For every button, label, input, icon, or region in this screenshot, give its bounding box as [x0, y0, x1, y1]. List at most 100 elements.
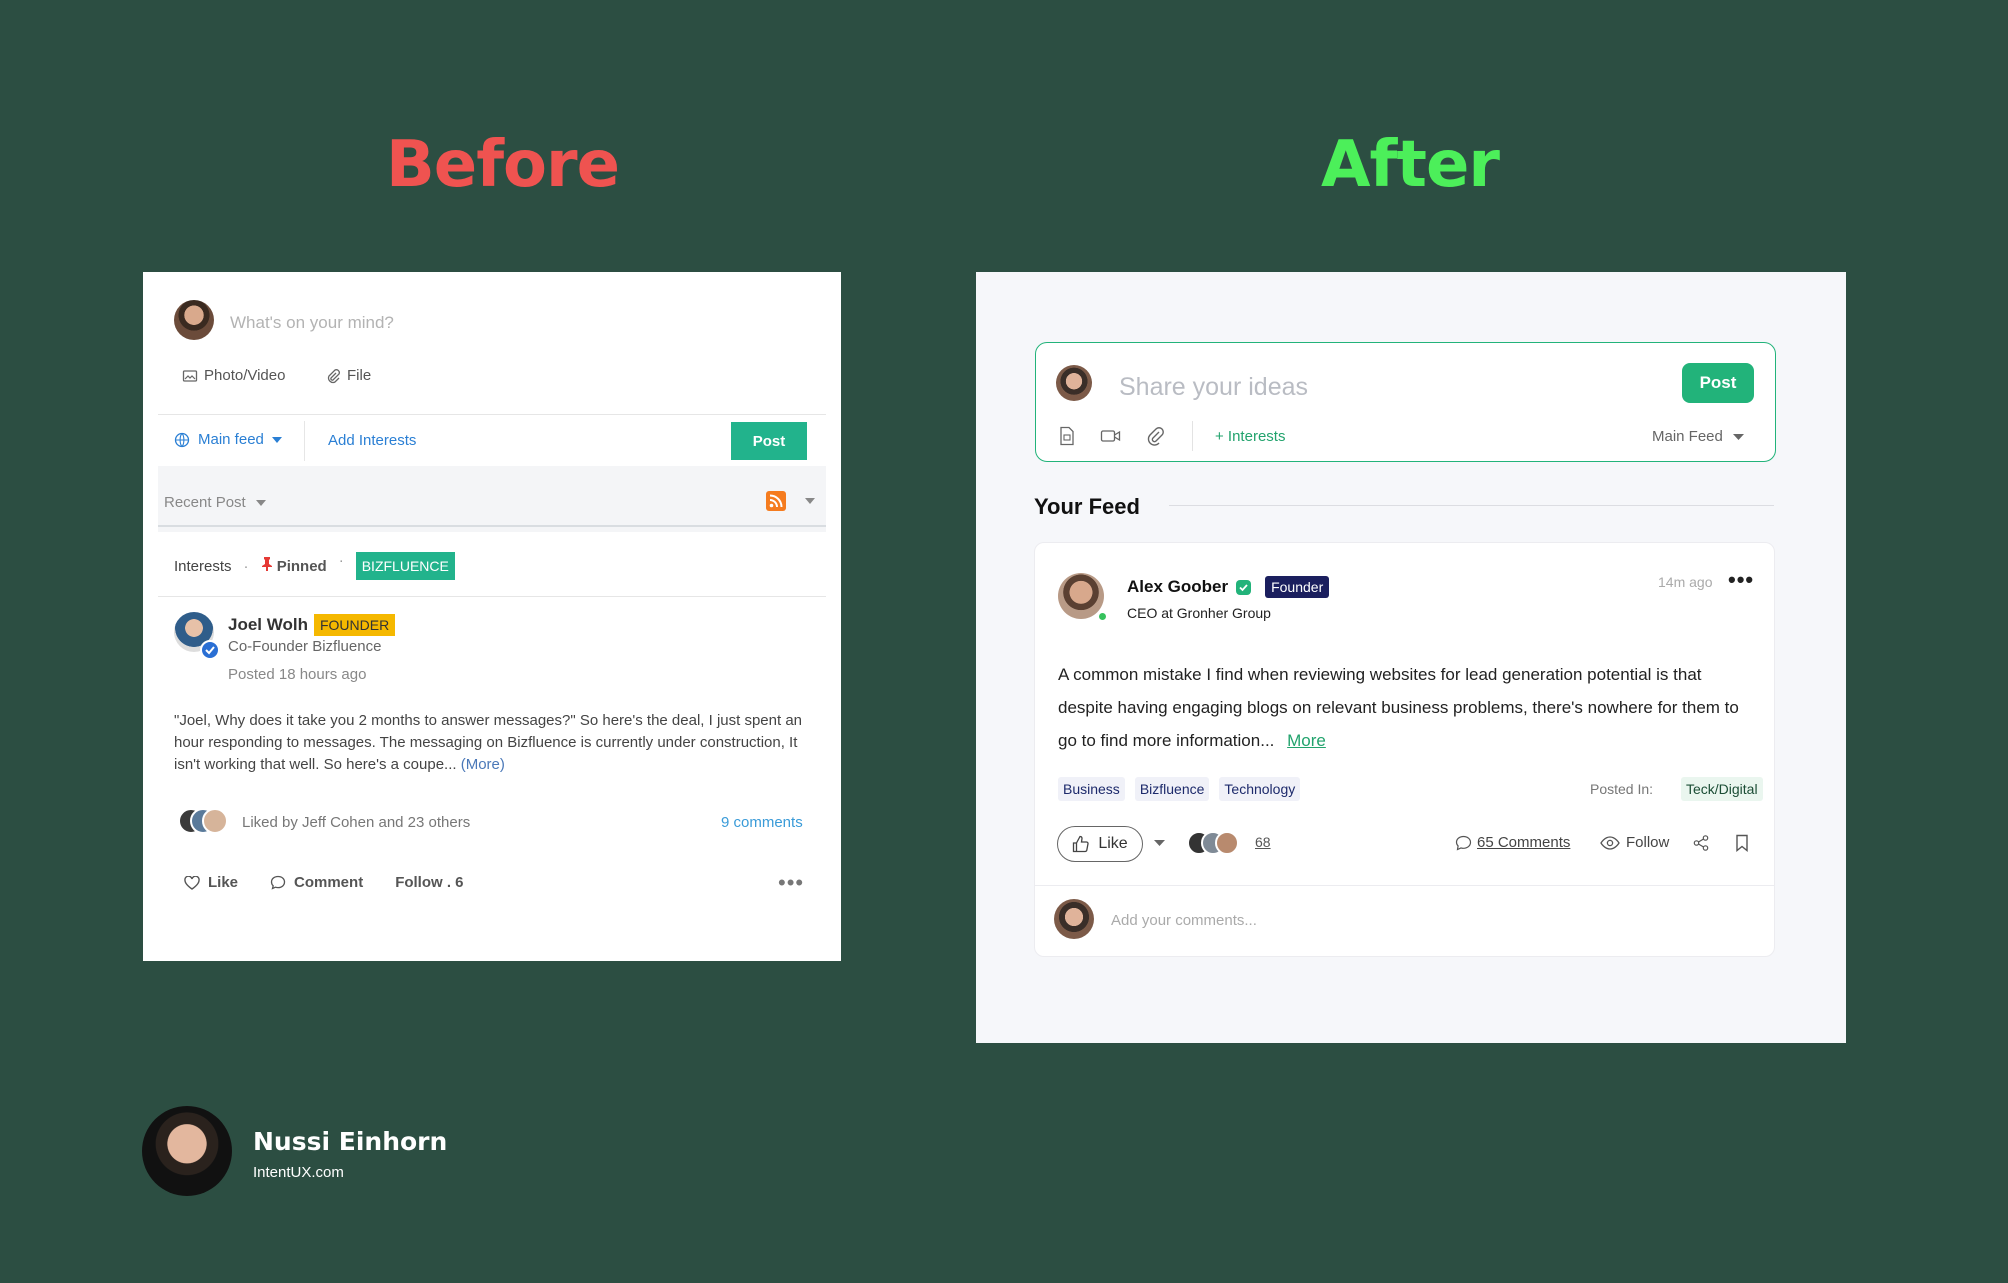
like-label: Like [1098, 835, 1128, 852]
divider [1035, 885, 1774, 886]
composer-input[interactable]: Share your ideas [1119, 373, 1308, 402]
founder-badge: Founder [1265, 576, 1330, 598]
main-feed-label: Main Feed [1652, 428, 1723, 445]
recent-post-label: Recent Post [164, 494, 246, 511]
author-name: Nussi Einhorn [253, 1127, 448, 1156]
rss-icon[interactable] [766, 491, 786, 511]
before-feed: What's on your mind? Photo/Video File Ma… [158, 284, 826, 948]
caret-down-icon [255, 499, 266, 506]
liked-by-text[interactable]: Liked by Jeff Cohen and 23 others [242, 814, 470, 831]
more-link[interactable]: (More) [461, 756, 505, 773]
image-icon [182, 369, 198, 382]
author-role: Co-Founder Bizfluence [228, 638, 382, 655]
more-link[interactable]: More [1287, 731, 1326, 750]
follow-label: Follow . 6 [395, 874, 464, 891]
paperclip-icon[interactable] [1144, 426, 1166, 446]
composer-input[interactable]: What's on your mind? [230, 313, 394, 333]
main-feed-dropdown[interactable]: Main feed [174, 431, 282, 448]
add-interests-link[interactable]: Add Interests [328, 432, 416, 449]
reactor-avatars[interactable] [1187, 831, 1247, 857]
before-heading: Before [386, 128, 620, 202]
pinned-indicator: Pinned [261, 557, 327, 575]
caret-down-icon[interactable] [1154, 840, 1165, 846]
dot-separator: · [338, 551, 344, 569]
interests-label: Interests [174, 557, 232, 575]
share-icon[interactable] [1692, 834, 1710, 852]
dot-separator: · [243, 557, 249, 575]
verified-icon [1236, 579, 1252, 595]
comment-button[interactable]: Comment [270, 874, 363, 891]
post-body: "Joel, Why does it take you 2 months to … [174, 710, 804, 776]
follow-button[interactable]: Follow . 6 [395, 874, 463, 891]
like-button[interactable]: Like [1057, 826, 1143, 862]
before-panel: What's on your mind? Photo/Video File Ma… [143, 272, 841, 961]
author-name[interactable]: Joel Wolh [228, 615, 308, 635]
comments-link[interactable]: 65 Comments [1455, 834, 1570, 851]
interest-tag[interactable]: BIZFLUENCE [355, 552, 455, 580]
avatar [1054, 899, 1094, 939]
section-title: Your Feed [1034, 494, 1140, 519]
tag[interactable]: Bizfluence [1134, 777, 1210, 801]
document-icon[interactable] [1056, 426, 1078, 446]
pinned-label: Pinned [276, 558, 327, 575]
eye-icon [1600, 835, 1620, 850]
author-photo [142, 1106, 232, 1196]
file-button[interactable]: File [325, 367, 371, 384]
add-interests-link[interactable]: + Interests [1215, 428, 1285, 445]
author-name[interactable]: Alex Goober [1127, 577, 1228, 597]
post-text: A common mistake I find when reviewing w… [1058, 665, 1739, 750]
post-card: Interests · Pinned · BIZFLUENCE Joel Wol… [158, 532, 826, 948]
author-name-row: Joel Wolh FOUNDER [228, 614, 396, 636]
post-card: Alex Goober Founder CEO at Gronher Group… [1034, 542, 1775, 957]
online-status-icon [1097, 611, 1108, 622]
avatar [1056, 365, 1092, 401]
tag[interactable]: Business [1058, 777, 1125, 801]
post-meta: Interests · Pinned · BIZFLUENCE [174, 552, 455, 580]
bookmark-icon[interactable] [1734, 834, 1750, 852]
post-timestamp: 14m ago [1658, 574, 1713, 590]
file-label: File [347, 367, 372, 384]
divider [1169, 505, 1774, 506]
post-timestamp: Posted 18 hours ago [228, 666, 367, 683]
main-feed-label: Main feed [198, 431, 264, 448]
comments-label: 65 Comments [1477, 834, 1571, 851]
author-role: CEO at Gronher Group [1127, 605, 1271, 621]
author-avatar[interactable] [1058, 573, 1104, 619]
post-button[interactable]: Post [1682, 363, 1754, 403]
caret-down-icon[interactable] [805, 498, 815, 504]
post-button[interactable]: Post [731, 422, 807, 460]
like-button[interactable]: Like [184, 874, 238, 891]
post-actions: Like Comment Follow . 6 [184, 874, 496, 891]
after-heading: After [1321, 128, 1500, 202]
comments-link[interactable]: 9 comments [721, 814, 803, 831]
thumbs-up-icon [1073, 835, 1089, 853]
follow-label: Follow [1626, 834, 1670, 851]
author-name-row: Alex Goober Founder [1127, 576, 1330, 598]
comment-label: Comment [294, 874, 364, 891]
posted-in-tag[interactable]: Teck/Digital [1681, 777, 1763, 801]
composer-toolbar: Main feed Add Interests Post [158, 414, 826, 466]
pin-icon [261, 557, 272, 571]
comment-icon [270, 875, 286, 890]
more-options-icon[interactable]: ••• [778, 870, 804, 896]
tag[interactable]: Technology [1219, 777, 1301, 801]
post-composer: Share your ideas Post + Interests Main F… [1035, 342, 1776, 462]
comment-icon [1455, 835, 1472, 851]
reaction-count[interactable]: 68 [1255, 834, 1271, 850]
composer-tools: + Interests [1056, 421, 1285, 451]
divider [1192, 421, 1193, 451]
video-icon[interactable] [1100, 426, 1122, 446]
main-feed-dropdown[interactable]: Main Feed [1652, 428, 1744, 445]
recent-post-dropdown[interactable]: Recent Post [164, 494, 266, 511]
post-tags: Business Bizfluence Technology [1058, 777, 1301, 801]
divider [304, 421, 305, 461]
more-options-icon[interactable]: ••• [1728, 567, 1754, 593]
divider [158, 525, 826, 527]
liker-avatars[interactable] [178, 808, 230, 836]
follow-button[interactable]: Follow [1600, 834, 1669, 851]
comment-input[interactable]: Add your comments... [1111, 912, 1257, 929]
photo-video-button[interactable]: Photo/Video [182, 367, 285, 384]
post-composer: What's on your mind? Photo/Video File [158, 284, 826, 414]
post-body: A common mistake I find when reviewing w… [1058, 658, 1748, 757]
heart-icon [184, 875, 200, 890]
